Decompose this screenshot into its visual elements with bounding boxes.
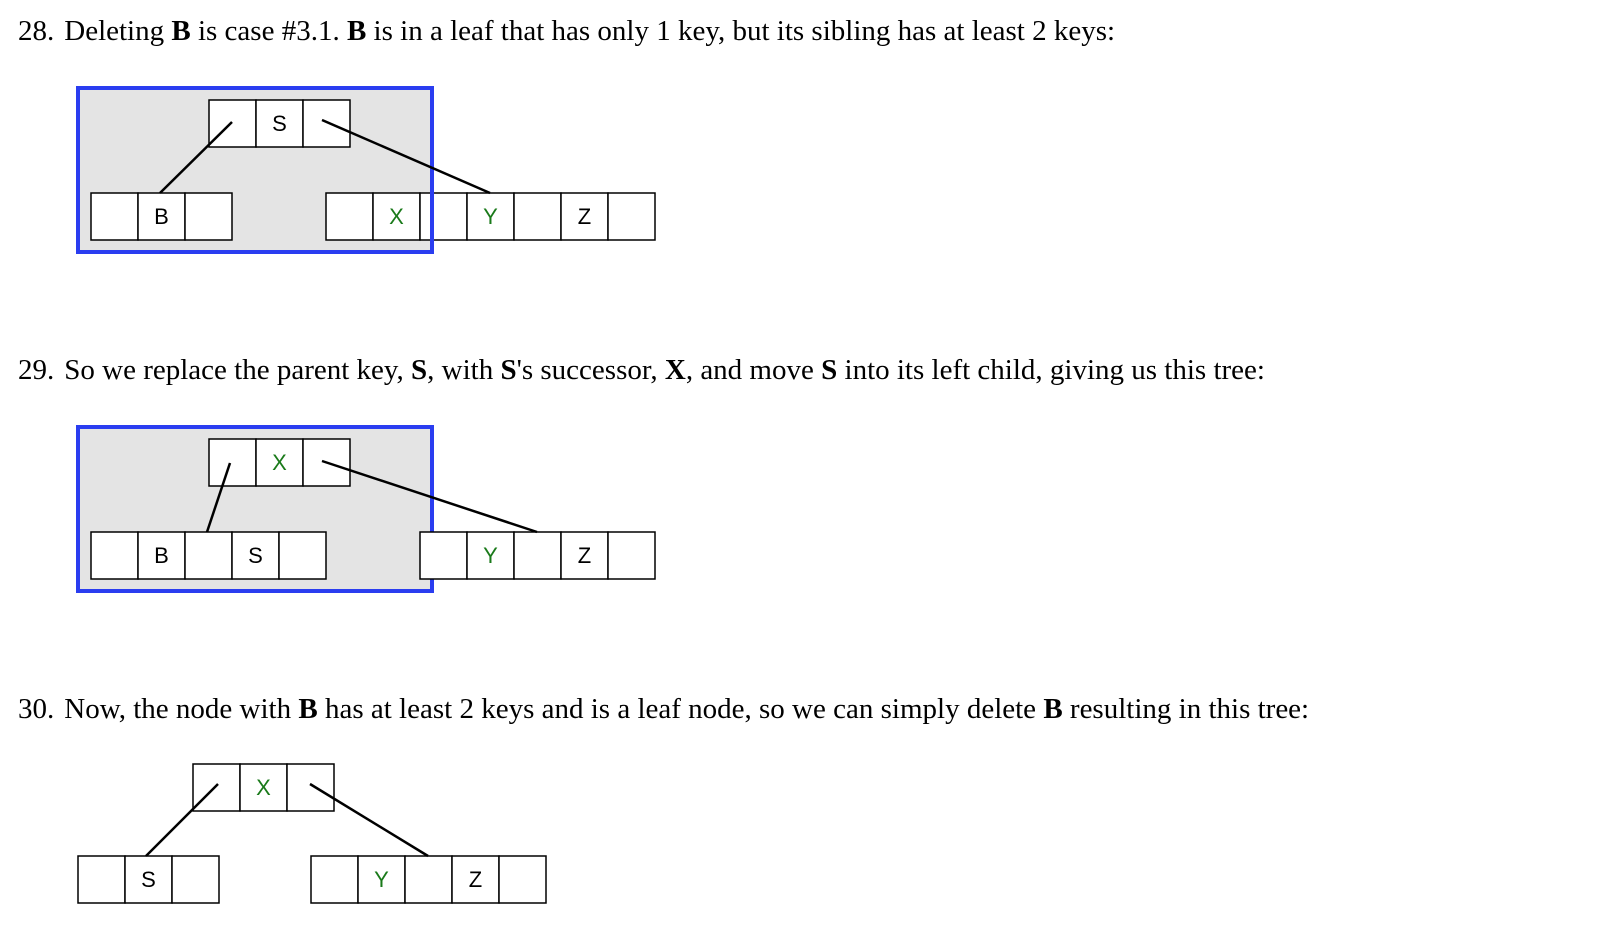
pointer-cell: [208, 438, 257, 487]
link-left-child: [145, 783, 219, 857]
step-number: 28.: [18, 15, 55, 47]
key-label: B: [154, 204, 169, 229]
key-label: Z: [469, 867, 482, 892]
pointer-cell: [184, 192, 233, 241]
step-number: 30.: [18, 693, 55, 725]
pointer-cell: [310, 855, 359, 904]
key-label: X: [272, 450, 287, 475]
key-label: Y: [374, 867, 389, 892]
pointer-cell: [208, 99, 257, 148]
key-label: S: [248, 543, 263, 568]
key-label: S: [141, 867, 156, 892]
pointer-cell: [77, 855, 126, 904]
pointer-cell: [513, 192, 562, 241]
left-leaf-node: S: [77, 855, 220, 904]
key-label: X: [389, 204, 404, 229]
key-label: S: [272, 111, 287, 136]
pointer-cell: [404, 855, 453, 904]
link-right-child: [309, 782, 429, 858]
pointer-cell: [325, 192, 374, 241]
tree-diagram-step-28: S B X Y Z: [76, 86, 656, 254]
step-30-text: 30. Now, the node with B has at least 2 k…: [18, 693, 1310, 725]
pointer-cell: [90, 531, 139, 580]
step-28-text: 28. Deleting B is case #3.1. B is in a le…: [18, 15, 1116, 47]
pointer-cell: [90, 192, 139, 241]
key-label: B: [154, 543, 169, 568]
pointer-cell: [513, 531, 562, 580]
left-leaf-node: BS: [90, 531, 327, 580]
key-label: Y: [483, 543, 498, 568]
key-label: Y: [483, 204, 498, 229]
key-label: Z: [578, 204, 591, 229]
pointer-cell: [302, 99, 351, 148]
pointer-cell: [607, 192, 656, 241]
pointer-cell: [192, 763, 241, 812]
pointer-cell: [184, 531, 233, 580]
pointer-cell: [171, 855, 220, 904]
pointer-cell: [419, 531, 468, 580]
left-leaf-node: B: [90, 192, 233, 241]
right-leaf-node: YZ: [310, 855, 547, 904]
tree-diagram-step-29: X BS YZ: [76, 425, 656, 593]
tree-diagram-step-30: X S YZ: [77, 763, 547, 904]
pointer-cell: [419, 192, 468, 241]
pointer-cell: [607, 531, 656, 580]
step-29-text: 29. So we replace the parent key, S, with…: [18, 354, 1265, 386]
pointer-cell: [498, 855, 547, 904]
right-leaf-node: X Y Z: [325, 192, 656, 241]
key-label: Z: [578, 543, 591, 568]
pointer-cell: [278, 531, 327, 580]
key-label: X: [256, 775, 271, 800]
pointer-cell: [286, 763, 335, 812]
right-leaf-node: YZ: [419, 531, 656, 580]
step-number: 29.: [18, 354, 55, 386]
